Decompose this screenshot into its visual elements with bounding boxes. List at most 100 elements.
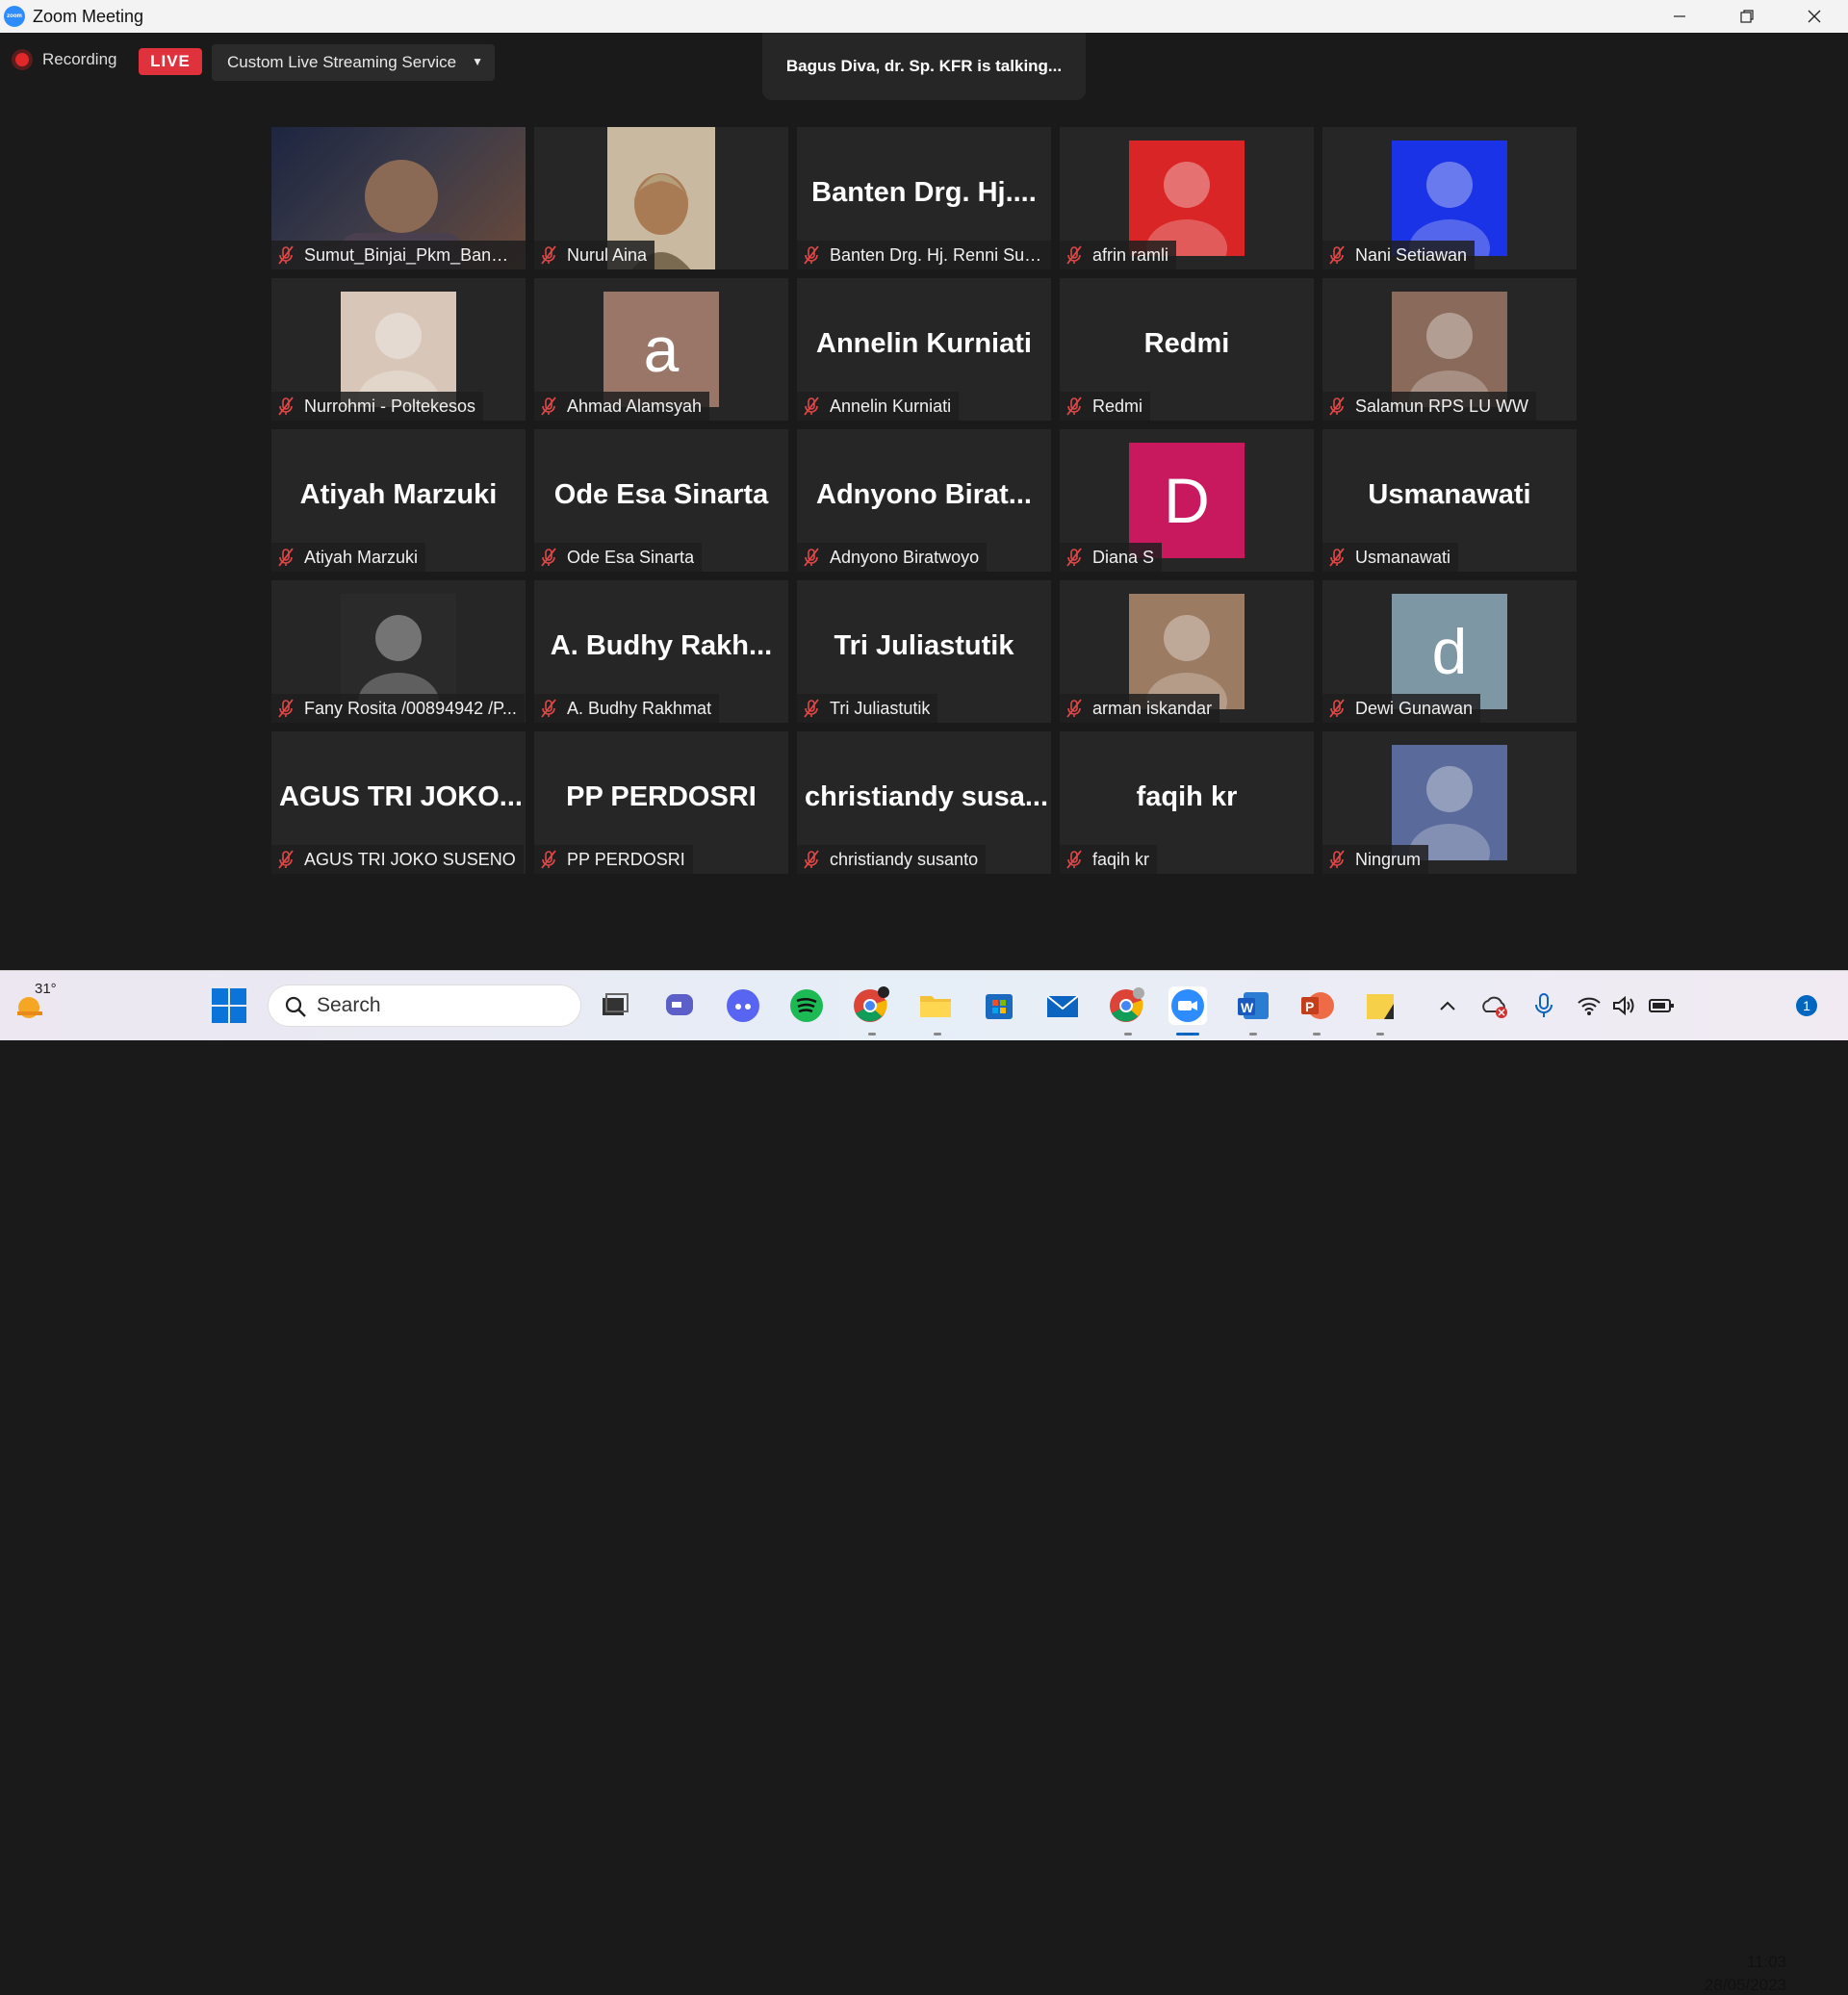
participant-name-label: Ningrum: [1322, 845, 1429, 874]
participant-tile[interactable]: PP PERDOSRI PP PERDOSRI: [534, 731, 788, 874]
minimize-button[interactable]: [1646, 0, 1713, 33]
sticky-notes-button[interactable]: [1361, 986, 1399, 1025]
live-badge[interactable]: LIVE: [139, 48, 202, 75]
participant-tile[interactable]: A. Budhy Rakh... A. Budhy Rakhmat: [534, 580, 788, 723]
participant-avatar-letter: D: [1129, 443, 1245, 558]
battery-icon: [1649, 999, 1674, 1012]
participant-tile[interactable]: a Ahmad Alamsyah: [534, 278, 788, 421]
participant-tile[interactable]: D Diana S: [1060, 429, 1314, 572]
notification-badge[interactable]: 1: [1796, 995, 1817, 1016]
microphone-muted-icon: [278, 548, 294, 567]
participant-display-name: Atiyah Marzuki: [299, 479, 498, 510]
participant-name-label: Nurul Aina: [534, 241, 655, 269]
participant-avatar-letter: d: [1392, 594, 1507, 709]
participant-tile[interactable]: Nani Setiawan: [1322, 127, 1577, 269]
participant-tile[interactable]: arman iskandar: [1060, 580, 1314, 723]
chat-icon: [666, 994, 693, 1015]
participant-name: Diana S: [1092, 547, 1155, 567]
participant-name: Nurrohmi - Poltekesos: [304, 396, 476, 416]
participant-tile[interactable]: Adnyono Birat... Adnyono Biratwoyo: [797, 429, 1051, 572]
clock[interactable]: 11:03: [1671, 1953, 1786, 1972]
recording-indicator[interactable]: Recording: [15, 50, 117, 69]
chrome-button[interactable]: [851, 986, 889, 1025]
microphone-button[interactable]: [1532, 992, 1555, 1019]
participant-tile[interactable]: Annelin Kurniati Annelin Kurniati: [797, 278, 1051, 421]
participant-display-name: Redmi: [1143, 328, 1230, 359]
restore-button[interactable]: [1713, 0, 1781, 33]
chrome-icon: [854, 986, 889, 1022]
participant-name: Dewi Gunawan: [1355, 698, 1474, 718]
participant-display-name: Adnyono Birat...: [816, 479, 1032, 510]
microphone-muted-icon: [1329, 850, 1345, 869]
clock-time: 11:03: [1746, 1953, 1786, 1971]
clock-date-container[interactable]: 28/05/2023: [1656, 1976, 1786, 1995]
participant-tile[interactable]: faqih kr faqih kr: [1060, 731, 1314, 874]
participant-name-label: Banten Drg. Hj. Renni Sus...: [797, 241, 1051, 269]
wifi-icon: [1578, 997, 1601, 1015]
participant-name-label: Ahmad Alamsyah: [534, 392, 710, 421]
participant-profile-picture: [1392, 745, 1507, 874]
wifi-button[interactable]: [1577, 994, 1602, 1017]
participant-name: Ningrum: [1355, 849, 1422, 869]
participant-name-label: Redmi: [1060, 392, 1151, 421]
word-button[interactable]: W: [1234, 986, 1272, 1025]
participant-name-label: Fany Rosita /00894942 /P...: [271, 694, 525, 723]
microphone-muted-icon: [541, 396, 556, 416]
zoom-taskbar-button[interactable]: [1168, 986, 1207, 1025]
participant-tile[interactable]: Nurul Aina: [534, 127, 788, 269]
participant-name-label: Dewi Gunawan: [1322, 694, 1481, 723]
participant-name-label: A. Budhy Rakhmat: [534, 694, 720, 723]
battery-button[interactable]: [1648, 994, 1675, 1017]
close-button[interactable]: [1781, 0, 1848, 33]
participant-tile[interactable]: Salamun RPS LU WW: [1322, 278, 1577, 421]
speaker-icon: [1613, 995, 1634, 1016]
teams-chat-button[interactable]: [660, 986, 699, 1025]
participant-tile[interactable]: Ningrum: [1322, 731, 1577, 874]
powerpoint-button[interactable]: P: [1297, 986, 1336, 1025]
volume-button[interactable]: [1611, 994, 1636, 1017]
participant-tile[interactable]: Sumut_Binjai_Pkm_Banda...: [271, 127, 526, 269]
mail-button[interactable]: [1043, 986, 1082, 1025]
participant-tile[interactable]: Nurrohmi - Poltekesos: [271, 278, 526, 421]
participant-tile[interactable]: AGUS TRI JOKO... AGUS TRI JOKO SUSENO: [271, 731, 526, 874]
weather-widget[interactable]: 31°: [13, 981, 57, 1025]
windows-taskbar: 31° Search W P 11:03 28/05/2023: [0, 970, 1848, 1994]
participant-tile[interactable]: Banten Drg. Hj.... Banten Drg. Hj. Renni …: [797, 127, 1051, 269]
taskbar-search[interactable]: Search: [268, 985, 581, 1027]
file-explorer-button[interactable]: [916, 986, 955, 1025]
participant-tile[interactable]: Ode Esa Sinarta Ode Esa Sinarta: [534, 429, 788, 572]
participant-tile[interactable]: afrin ramli: [1060, 127, 1314, 269]
start-button[interactable]: [210, 986, 248, 1025]
participant-tile[interactable]: Tri Juliastutik Tri Juliastutik: [797, 580, 1051, 723]
participant-name-label: afrin ramli: [1060, 241, 1177, 269]
microsoft-store-button[interactable]: [980, 986, 1018, 1025]
participant-tile[interactable]: Usmanawati Usmanawati: [1322, 429, 1577, 572]
discord-icon: [727, 989, 759, 1022]
spotify-button[interactable]: [787, 986, 826, 1025]
participant-display-name: Usmanawati: [1368, 479, 1531, 510]
microphone-muted-icon: [278, 245, 294, 265]
running-indicator: [934, 1033, 941, 1036]
participant-tile[interactable]: christiandy susa... christiandy susanto: [797, 731, 1051, 874]
participant-tile[interactable]: d Dewi Gunawan: [1322, 580, 1577, 723]
task-view-icon: [603, 993, 629, 1015]
microphone-muted-icon: [804, 548, 819, 567]
discord-button[interactable]: [724, 986, 762, 1025]
participant-profile-picture: [1392, 292, 1507, 421]
microphone-muted-icon: [278, 396, 294, 416]
participant-name-label: Annelin Kurniati: [797, 392, 960, 421]
participant-display-name: Banten Drg. Hj....: [811, 177, 1037, 208]
chrome-profile-button[interactable]: [1107, 986, 1145, 1025]
microphone-muted-icon: [278, 850, 294, 869]
onedrive-status-button[interactable]: [1480, 994, 1509, 1019]
participant-tile[interactable]: Atiyah Marzuki Atiyah Marzuki: [271, 429, 526, 572]
tray-overflow-button[interactable]: [1436, 994, 1459, 1017]
participant-name: Ahmad Alamsyah: [567, 396, 703, 416]
participant-display-name: AGUS TRI JOKO...: [279, 781, 523, 812]
streaming-service-dropdown[interactable]: Custom Live Streaming Service ▼: [212, 44, 495, 81]
participant-tile[interactable]: Fany Rosita /00894942 /P...: [271, 580, 526, 723]
participant-name: Sumut_Binjai_Pkm_Banda...: [304, 244, 518, 265]
task-view-button[interactable]: [595, 986, 633, 1025]
participant-tile[interactable]: Redmi Redmi: [1060, 278, 1314, 421]
spotify-icon: [790, 989, 823, 1022]
